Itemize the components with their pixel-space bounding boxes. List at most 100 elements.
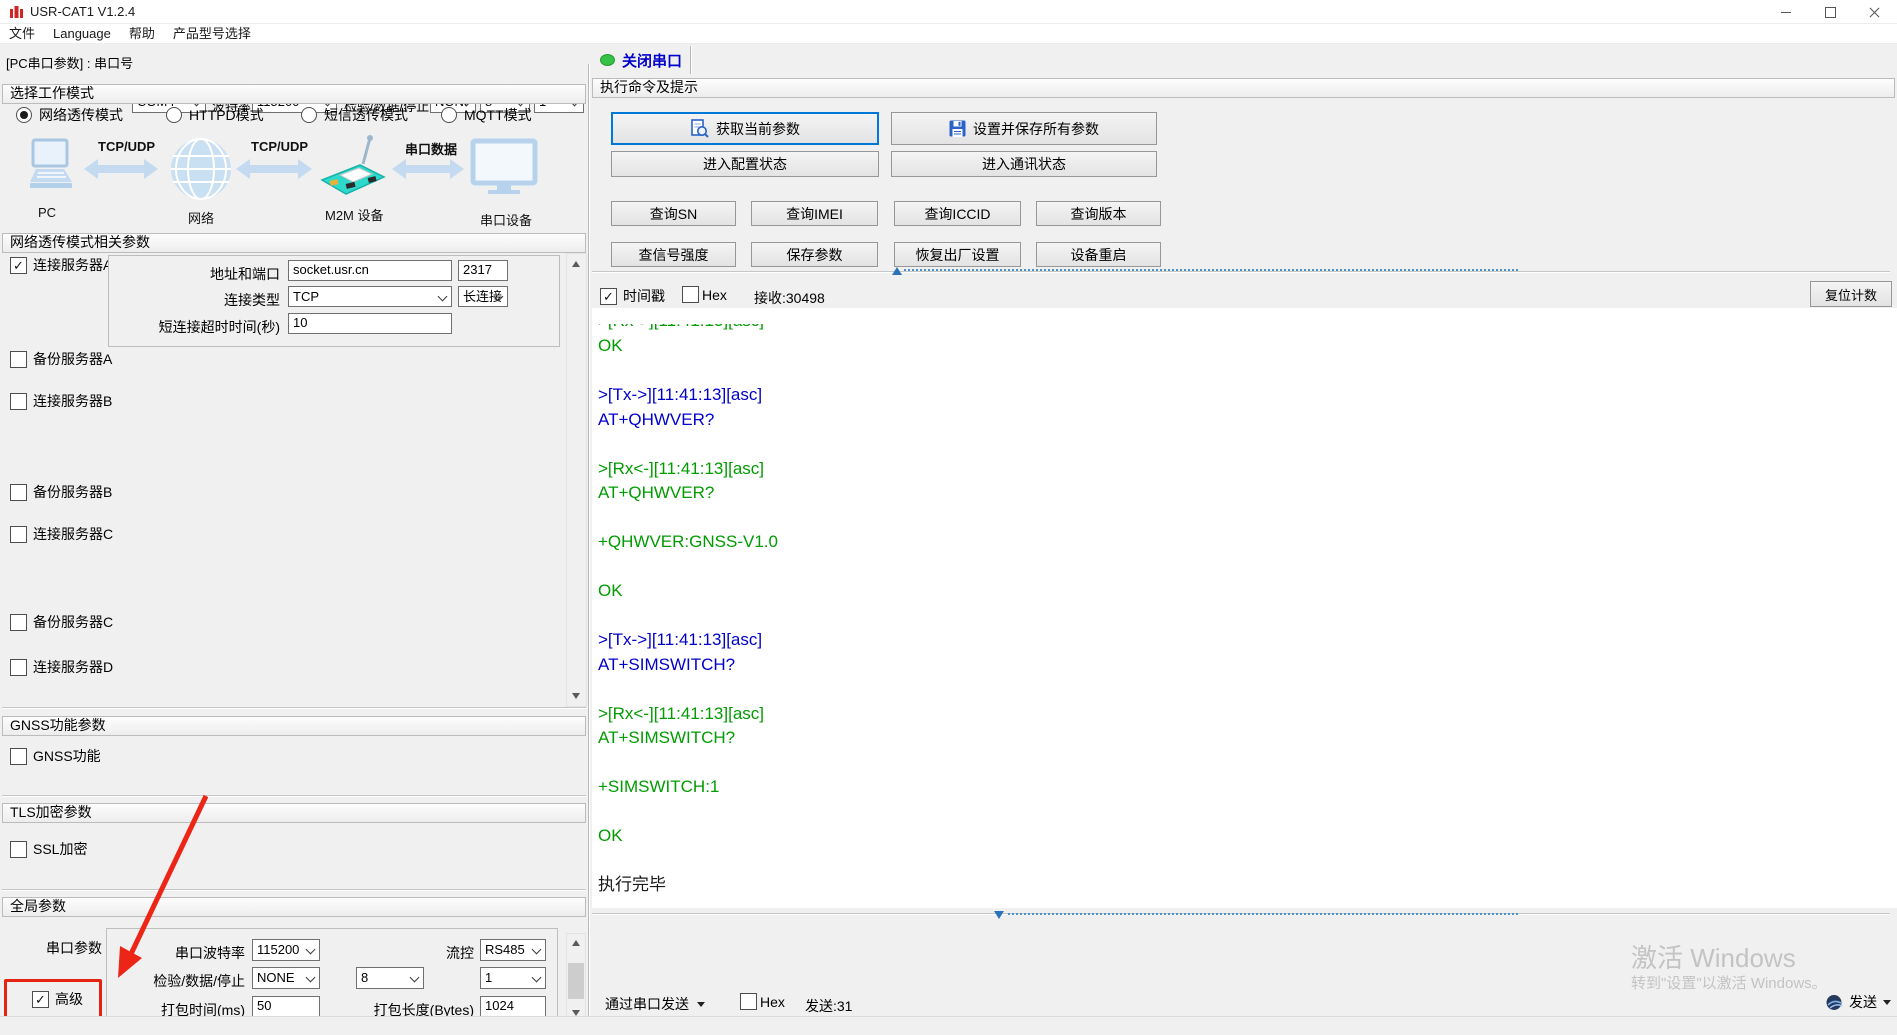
diagram-link1-label: TCP/UDP [98, 139, 155, 154]
query-sn-button[interactable]: 查询SN [611, 201, 736, 226]
send-via-serial-dropdown[interactable]: 通过串口发送 [605, 994, 705, 1014]
radio-label: 短信透传模式 [324, 105, 408, 125]
log-output[interactable]: >[Rx<-][11:41:13][asc] OK >[Tx->][11:41:13… [592, 308, 1897, 908]
checkbox-icon [10, 484, 27, 501]
trackbar-line [1008, 913, 1518, 915]
net-params-scrollbar[interactable] [566, 253, 587, 707]
g-stopbits-select[interactable]: 1 [480, 967, 546, 989]
cb-label: 备份服务器C [33, 612, 113, 632]
scroll-up-icon[interactable] [572, 261, 580, 267]
enter-config-button[interactable]: 进入配置状态 [611, 151, 879, 177]
button-label: 保存参数 [787, 245, 843, 265]
radio-icon [16, 107, 32, 123]
dropdown-label: 通过串口发送 [605, 994, 689, 1014]
set-save-button[interactable]: 设置并保存所有参数 [891, 112, 1157, 145]
close-icon [1868, 6, 1881, 19]
cb-send-hex[interactable]: Hex [740, 993, 785, 1010]
maximize-button[interactable] [1808, 0, 1852, 24]
g-baud-select[interactable]: 115200 [252, 939, 320, 961]
pack-len-input[interactable]: 1024 [480, 996, 546, 1017]
scroll-down-icon[interactable] [572, 693, 580, 699]
menu-file[interactable]: 文件 [0, 24, 44, 44]
net-params-header: 网络透传模式相关参数 [2, 233, 586, 253]
menu-help[interactable]: 帮助 [120, 24, 164, 44]
serial-params-label: 串口参数 [46, 938, 102, 958]
cb-ssl[interactable]: SSL加密 [10, 839, 87, 859]
radio-icon [301, 107, 317, 123]
log-line: >[Rx<-][11:41:13][asc] [598, 324, 1887, 334]
button-label: 查询ICCID [924, 204, 990, 224]
reset-counter-button[interactable]: 复位计数 [1810, 281, 1892, 307]
app-logo-icon [9, 5, 24, 19]
radio-mqtt[interactable]: MQTT模式 [441, 105, 532, 125]
cb-label: 连接服务器C [33, 524, 113, 544]
log-line: >[Rx<-][11:41:13][asc] [598, 457, 1887, 482]
conn-mode-select[interactable]: 长连接 [458, 286, 508, 307]
log-line [598, 677, 1887, 702]
cb-label: 连接服务器D [33, 657, 113, 677]
cb-server-d[interactable]: 连接服务器D [10, 657, 113, 677]
arrow-left-right-icon [84, 158, 158, 180]
close-port-button[interactable]: 关闭串口 [600, 45, 684, 75]
log-bottom-trackbar[interactable] [992, 908, 1518, 921]
sent-counter: 发送:31 [805, 996, 852, 1016]
gnss-header: GNSS功能参数 [2, 716, 586, 736]
log-line: 执行完毕 [598, 873, 1887, 898]
query-signal-button[interactable]: 查信号强度 [611, 242, 736, 267]
cb-server-a[interactable]: ✓连接服务器A [10, 255, 112, 275]
cb-backup-server-a[interactable]: 备份服务器A [10, 349, 112, 369]
save-icon [949, 120, 966, 137]
radio-httpd[interactable]: HTTPD模式 [166, 105, 264, 125]
log-line: >[Tx->][11:41:13][asc] [598, 383, 1887, 408]
checkbox-icon [682, 286, 699, 303]
radio-sms-passthrough[interactable]: 短信透传模式 [301, 105, 408, 125]
button-label: 获取当前参数 [716, 119, 800, 139]
log-line: OK [598, 579, 1887, 604]
send-button[interactable]: 发送 [1826, 992, 1891, 1012]
scrollbar-thumb[interactable] [568, 963, 584, 999]
g-databits-select[interactable]: 8 [356, 967, 424, 989]
cb-label: 备份服务器B [33, 482, 112, 502]
query-version-button[interactable]: 查询版本 [1036, 201, 1161, 226]
cb-backup-server-b[interactable]: 备份服务器B [10, 482, 112, 502]
query-iccid-button[interactable]: 查询ICCID [894, 201, 1021, 226]
dropdown-arrow-icon [1883, 1000, 1891, 1005]
cb-log-hex[interactable]: Hex [682, 286, 727, 303]
pack-time-input[interactable]: 50 [252, 996, 320, 1017]
minimize-button[interactable] [1764, 0, 1808, 24]
server-addr-input[interactable]: socket.usr.cn [288, 260, 452, 281]
enter-comm-button[interactable]: 进入通讯状态 [891, 151, 1157, 177]
recv-counter: 接收:30498 [754, 288, 825, 308]
cb-server-c[interactable]: 连接服务器C [10, 524, 113, 544]
close-button[interactable] [1852, 0, 1897, 24]
timeout-input[interactable]: 10 [288, 313, 452, 334]
cb-label: 连接服务器A [33, 255, 112, 275]
conn-type-select[interactable]: TCP [288, 286, 452, 307]
menu-language[interactable]: Language [44, 24, 120, 44]
cb-backup-server-c[interactable]: 备份服务器C [10, 612, 113, 632]
global-params-scrollbar[interactable] [566, 933, 586, 1023]
log-line [598, 432, 1887, 457]
serial-device-icon [470, 138, 538, 198]
timeout-label: 短连接超时时间(秒) [120, 317, 280, 337]
get-params-button[interactable]: 获取当前参数 [611, 112, 879, 145]
trackbar-thumb-icon[interactable] [994, 911, 1004, 919]
cb-gnss[interactable]: GNSS功能 [10, 746, 101, 766]
panel-divider [588, 64, 590, 1035]
log-line: +QHWVER:GNSS-V1.0 [598, 530, 1887, 555]
radio-net-passthrough[interactable]: 网络透传模式 [16, 105, 123, 125]
query-imei-button[interactable]: 查询IMEI [751, 201, 878, 226]
cb-server-b[interactable]: 连接服务器B [10, 391, 112, 411]
trackbar-thumb-icon[interactable] [892, 267, 902, 275]
menu-product-model[interactable]: 产品型号选择 [164, 24, 260, 44]
log-top-trackbar[interactable] [890, 264, 1518, 277]
g-parity-select[interactable]: NONE [252, 967, 320, 989]
cb-timestamp[interactable]: ✓时间戳 [600, 286, 665, 306]
section-groove [2, 889, 586, 891]
scroll-up-icon[interactable] [572, 940, 580, 946]
server-port-input[interactable]: 2317 [458, 260, 508, 281]
conn-type-value: TCP [293, 289, 319, 304]
flow-select[interactable]: RS485 [480, 939, 546, 961]
save-params-button[interactable]: 保存参数 [751, 242, 878, 267]
g-databits-value: 8 [361, 970, 368, 985]
